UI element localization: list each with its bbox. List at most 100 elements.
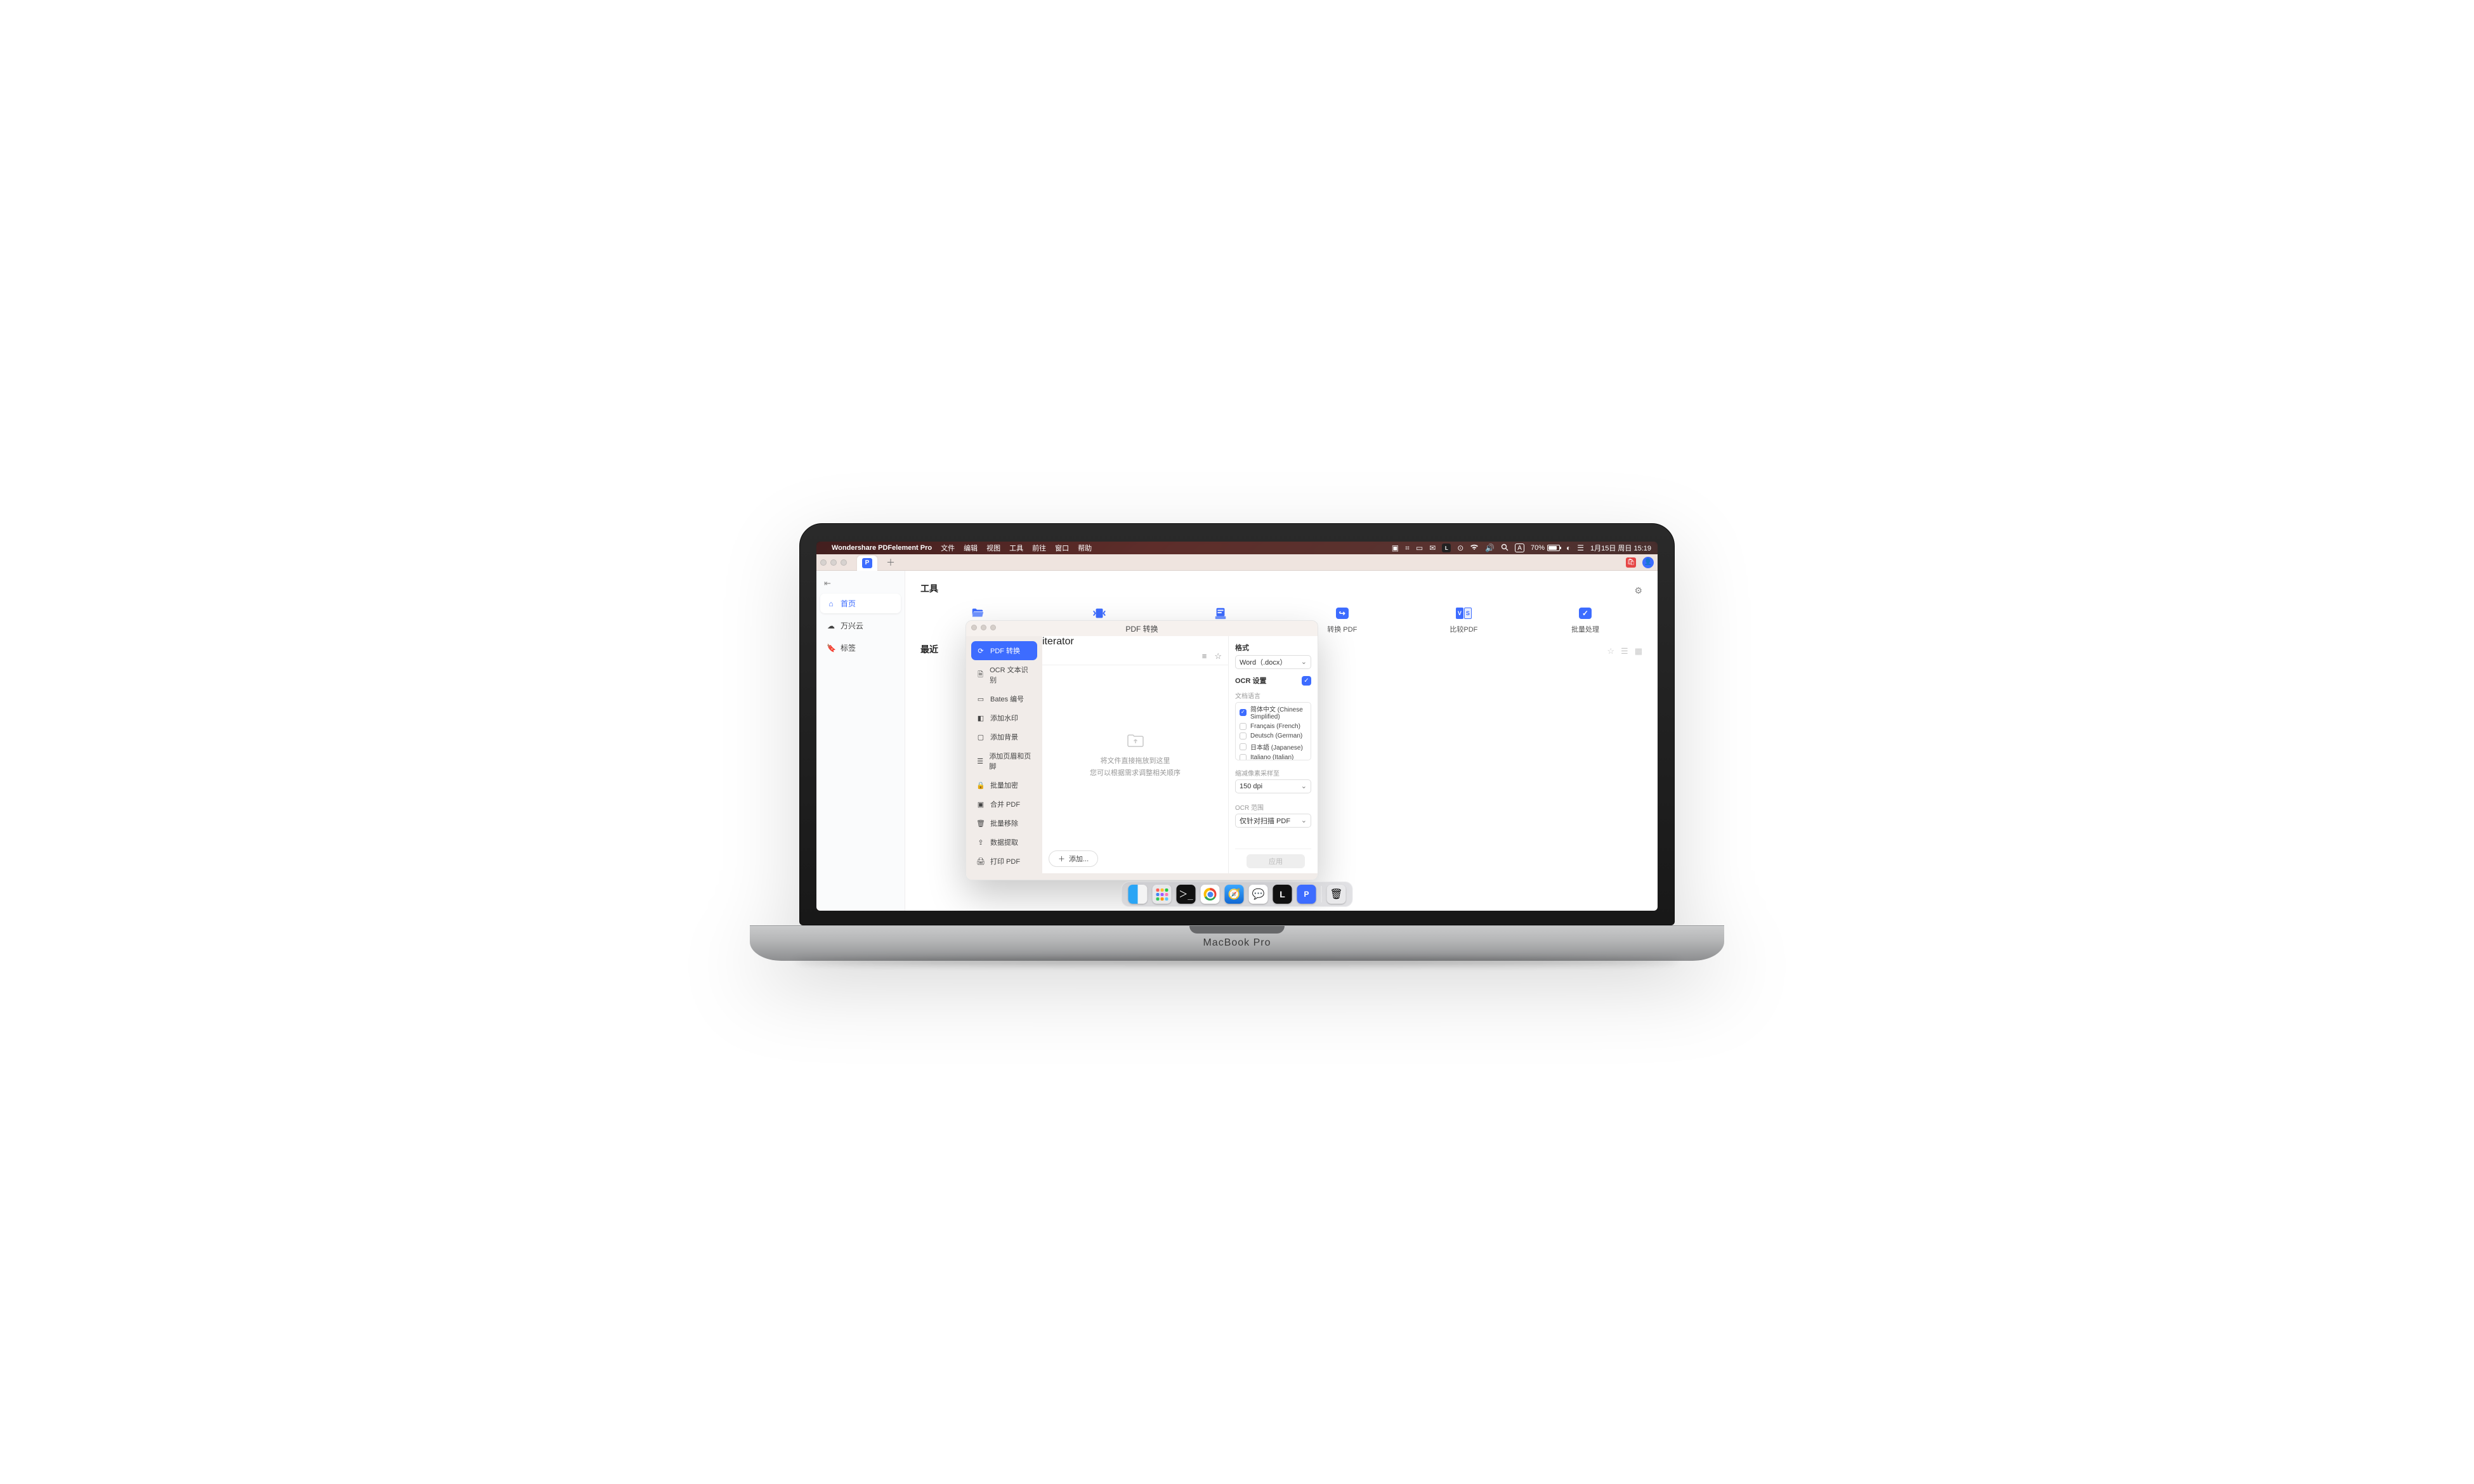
menubar-screenshot-icon[interactable]: ⌗ bbox=[1405, 543, 1410, 553]
menubar-camera-icon[interactable]: ▣ bbox=[1392, 543, 1399, 552]
tool-convert[interactable]: ↪ 转换 PDF bbox=[1311, 606, 1374, 634]
bookmark-icon: 🔖 bbox=[827, 644, 835, 653]
checkbox-icon[interactable] bbox=[1240, 723, 1247, 730]
menu-help[interactable]: 帮助 bbox=[1078, 543, 1092, 553]
ocr-settings-label: OCR 设置 bbox=[1235, 675, 1267, 686]
modal-window-controls[interactable] bbox=[971, 625, 996, 630]
modal-side-merge[interactable]: ▣合并 PDF bbox=[971, 795, 1037, 814]
dock-safari-icon[interactable]: 🧭 bbox=[1225, 885, 1244, 904]
tool-label: 转换 PDF bbox=[1327, 624, 1357, 634]
checkbox-icon[interactable] bbox=[1240, 732, 1247, 739]
app-name[interactable]: Wondershare PDFelement Pro bbox=[832, 544, 932, 552]
tab-home[interactable]: P bbox=[857, 556, 877, 571]
dock-wechat-icon[interactable]: 💬 bbox=[1249, 885, 1268, 904]
lang-item[interactable]: Français (French) bbox=[1236, 722, 1311, 731]
settings-gear-icon[interactable]: ⚙ bbox=[1634, 585, 1642, 596]
modal-side-watermark[interactable]: ◧添加水印 bbox=[971, 708, 1037, 727]
ocr-range-label: OCR 范围 bbox=[1235, 802, 1311, 812]
bates-icon: ▭ bbox=[976, 695, 985, 703]
modal-side-bates[interactable]: ▭Bates 编号 bbox=[971, 689, 1037, 708]
menubar-wechat-icon[interactable]: ✉ bbox=[1429, 543, 1436, 552]
checkbox-icon[interactable] bbox=[1240, 709, 1247, 716]
compare-icon: V S bbox=[1455, 606, 1472, 620]
checkbox-icon[interactable] bbox=[1240, 754, 1247, 760]
lang-item[interactable]: Italiano (Italian) bbox=[1236, 753, 1311, 760]
lock-icon: 🔒 bbox=[976, 781, 985, 790]
background-icon: ▢ bbox=[976, 733, 985, 741]
dock-pdfelement-icon[interactable]: P bbox=[1297, 885, 1316, 904]
lang-item[interactable]: 日本語 (Japanese) bbox=[1236, 741, 1311, 753]
modal-side-remove[interactable]: 🗑批量移除 bbox=[971, 814, 1037, 833]
window-controls[interactable] bbox=[820, 559, 847, 566]
upload-folder-icon bbox=[1127, 732, 1144, 750]
modal-side-pdf-convert[interactable]: ⟳PDF 转换 bbox=[971, 641, 1037, 660]
sidebar-item-label: 首页 bbox=[841, 598, 856, 609]
dock-terminal-icon[interactable]: ＞_ bbox=[1177, 885, 1196, 904]
convert-icon: ↪ bbox=[1334, 606, 1351, 620]
recent-grid-icon[interactable]: ▦ bbox=[1635, 646, 1642, 656]
tool-batch[interactable]: ✓ 批量处理 bbox=[1554, 606, 1617, 634]
menubar-search-icon[interactable] bbox=[1501, 543, 1509, 553]
menubar-app-badge-icon[interactable]: L bbox=[1442, 543, 1451, 552]
modal-side-encrypt[interactable]: 🔒批量加密 bbox=[971, 776, 1037, 795]
drop-hint-1: 将文件直接拖放到这里 bbox=[1101, 755, 1170, 765]
menubar-input-source-icon[interactable]: A bbox=[1515, 543, 1524, 552]
dpi-select[interactable]: 150 dpi bbox=[1235, 779, 1311, 793]
modal-side-extract[interactable]: ⇪数据提取 bbox=[971, 833, 1037, 852]
convert-small-icon: ⟳ bbox=[976, 647, 985, 655]
sidebar-item-bookmarks[interactable]: 🔖 标签 bbox=[820, 638, 901, 658]
menubar-playback-icon[interactable]: ⊙ bbox=[1457, 543, 1463, 552]
dock-chrome-icon[interactable] bbox=[1201, 885, 1220, 904]
pdfelement-window: P ＋ 🛍 👤 ⇤ ⌂ bbox=[816, 554, 1658, 911]
recent-list-icon[interactable]: ☰ bbox=[1621, 646, 1628, 656]
promo-bag-icon[interactable]: 🛍 bbox=[1626, 557, 1636, 568]
tool-compare[interactable]: V S 比较PDF bbox=[1432, 606, 1495, 634]
dock-trash-icon[interactable]: 🗑 bbox=[1327, 885, 1346, 904]
menubar-extra-icon[interactable]: ◐ bbox=[1566, 543, 1571, 552]
menubar-display-icon[interactable]: ▭ bbox=[1416, 543, 1423, 552]
sidebar-item-home[interactable]: ⌂ 首页 bbox=[820, 594, 901, 613]
new-tab-button[interactable]: ＋ bbox=[882, 556, 899, 569]
ocr-toggle-checkbox[interactable]: ✓ bbox=[1302, 676, 1311, 686]
menubar-battery[interactable]: 70% bbox=[1531, 544, 1560, 552]
menubar-clock[interactable]: 1月15日 周日 15:19 bbox=[1590, 543, 1651, 553]
app-titlebar: P ＋ 🛍 👤 bbox=[816, 554, 1658, 571]
trash-icon: 🗑 bbox=[976, 819, 985, 828]
menu-file[interactable]: 文件 bbox=[941, 543, 955, 553]
modal-side-header-footer[interactable]: ☰添加页眉和页脚 bbox=[971, 746, 1037, 776]
menubar-control-center-icon[interactable]: ☰ bbox=[1577, 543, 1584, 552]
menu-edit[interactable]: 编辑 bbox=[964, 543, 978, 553]
menu-window[interactable]: 窗口 bbox=[1055, 543, 1069, 553]
modal-side-print[interactable]: 🖨打印 PDF bbox=[971, 852, 1037, 871]
format-select[interactable]: Word（.docx） bbox=[1235, 655, 1311, 669]
tool-label: 批量处理 bbox=[1571, 624, 1599, 634]
ocr-language-list[interactable]: 简体中文 (Chinese Simplified) Français (Fren… bbox=[1235, 702, 1311, 760]
menu-go[interactable]: 前往 bbox=[1032, 543, 1046, 553]
sidebar-toggle-icon[interactable]: ⇤ bbox=[820, 576, 901, 591]
add-files-button[interactable]: ＋ 添加... bbox=[1049, 850, 1098, 867]
apply-button[interactable]: 应用 bbox=[1247, 854, 1305, 868]
ocr-range-select[interactable]: 仅针对扫描 PDF bbox=[1235, 814, 1311, 828]
modal-side-ocr-text[interactable]: 🗎OCR 文本识别 bbox=[971, 660, 1037, 689]
account-avatar-icon[interactable]: 👤 bbox=[1642, 557, 1654, 568]
tool-label: 比较PDF bbox=[1450, 624, 1477, 634]
menubar-volume-icon[interactable]: 🔊 bbox=[1485, 543, 1495, 552]
file-drop-zone[interactable]: 将文件直接拖放到这里 您可以根据需求调整相关顺序 bbox=[1042, 665, 1228, 844]
drop-star-icon[interactable]: ☆ bbox=[1214, 651, 1222, 661]
pdf-convert-modal: PDF 转换 ⟳PDF 转换 🗎OCR 文本识别 ▭Bates 编号 ◧添加水印… bbox=[965, 620, 1318, 880]
menubar-wifi-icon[interactable] bbox=[1470, 543, 1479, 552]
sidebar-item-cloud[interactable]: ☁ 万兴云 bbox=[820, 616, 901, 635]
drop-list-icon[interactable]: ≡ bbox=[1202, 651, 1207, 661]
dock-finder-icon[interactable] bbox=[1129, 885, 1148, 904]
menu-view[interactable]: 视图 bbox=[986, 543, 1000, 553]
dock-launchpad-icon[interactable] bbox=[1153, 885, 1172, 904]
lang-item[interactable]: Deutsch (German) bbox=[1236, 731, 1311, 741]
modal-side-background[interactable]: ▢添加背景 bbox=[971, 727, 1037, 746]
recent-star-icon[interactable]: ☆ bbox=[1607, 646, 1614, 656]
tools-section-title: 工具 bbox=[920, 582, 938, 595]
menu-tools[interactable]: 工具 bbox=[1009, 543, 1023, 553]
lang-item[interactable]: 简体中文 (Chinese Simplified) bbox=[1236, 703, 1311, 722]
checkbox-icon[interactable] bbox=[1240, 743, 1247, 750]
modal-titlebar: PDF 转换 bbox=[966, 621, 1318, 636]
dock-lark-icon[interactable]: L bbox=[1273, 885, 1292, 904]
